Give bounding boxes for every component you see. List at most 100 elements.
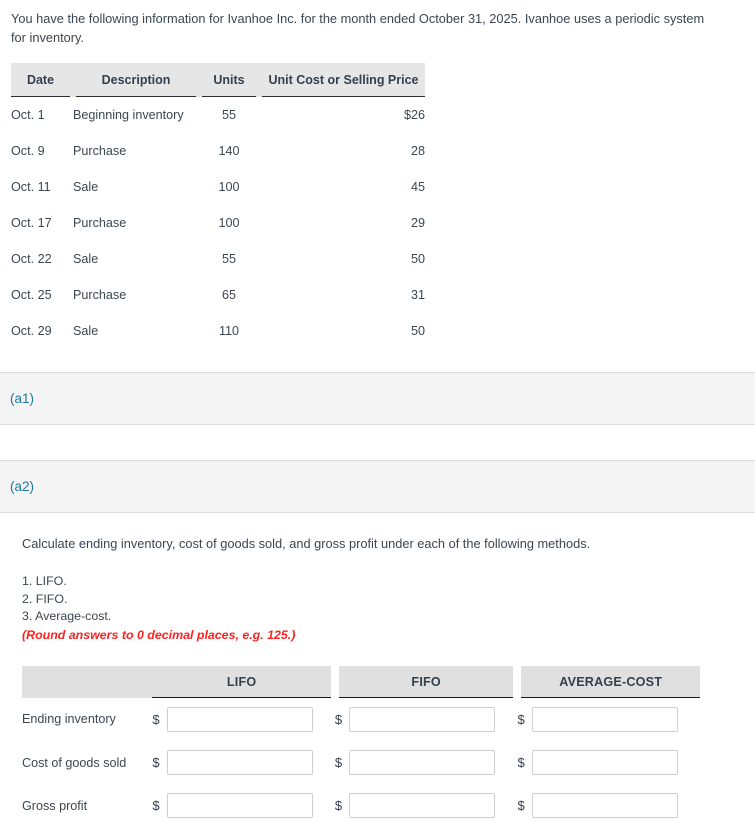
cell-description: Purchase: [73, 205, 199, 241]
methods-list: 1. LIFO. 2. FIFO. 3. Average-cost.: [0, 553, 755, 626]
inventory-table-head: Date Description Units Unit Cost or Sell…: [11, 63, 425, 97]
table-row: Oct. 11 Sale 100 45: [11, 169, 425, 205]
cell-price: 45: [259, 169, 425, 205]
cell-units: 55: [199, 97, 259, 134]
gap-between-a1-a2: [0, 425, 755, 460]
spacer-after-inventory: [0, 349, 755, 372]
answer-table-wrapper: LIFO FIFO AVERAGE-COST Ending inventory …: [0, 644, 755, 827]
answer-row-label-ending-inventory: Ending inventory: [22, 698, 152, 742]
table-row: Oct. 22 Sale 55 50: [11, 241, 425, 277]
currency-symbol: $: [335, 755, 342, 770]
answer-table-head: LIFO FIFO AVERAGE-COST: [22, 666, 700, 698]
answer-cell-lifo: $: [152, 698, 335, 742]
answer-col-header-average-cost: AVERAGE-COST: [517, 666, 700, 698]
input-gross-profit-average-cost[interactable]: [532, 793, 678, 818]
cell-units: 100: [199, 169, 259, 205]
cell-units: 110: [199, 313, 259, 349]
answer-table-body: Ending inventory $ $: [22, 698, 700, 827]
cell-price: 50: [259, 313, 425, 349]
col-header-date: Date: [11, 63, 73, 97]
cell-price: 50: [259, 241, 425, 277]
section-a2-link[interactable]: (a2): [0, 461, 755, 512]
col-header-unit-price: Unit Cost or Selling Price: [259, 63, 425, 97]
table-row: Ending inventory $ $: [22, 698, 700, 742]
inventory-table: Date Description Units Unit Cost or Sell…: [11, 63, 425, 349]
answer-cell-lifo: $: [152, 741, 335, 784]
cell-description: Sale: [73, 313, 199, 349]
input-gross-profit-lifo[interactable]: [167, 793, 313, 818]
answer-row-label-cost-of-goods-sold: Cost of goods sold: [22, 741, 152, 784]
intro-paragraph: You have the following information for I…: [0, 0, 730, 47]
method-item-average-cost: 3. Average-cost.: [22, 608, 755, 626]
currency-symbol: $: [335, 712, 342, 727]
cell-date: Oct. 1: [11, 97, 73, 134]
answer-cell-average-cost: $: [517, 784, 700, 827]
answer-table: LIFO FIFO AVERAGE-COST Ending inventory …: [22, 666, 700, 827]
currency-symbol: $: [152, 798, 159, 813]
input-ending-inventory-lifo[interactable]: [167, 707, 313, 732]
answer-col-header-blank: [22, 666, 152, 698]
currency-symbol: $: [152, 755, 159, 770]
cell-price: $26: [259, 97, 425, 134]
input-ending-inventory-fifo[interactable]: [349, 707, 495, 732]
input-gross-profit-fifo[interactable]: [349, 793, 495, 818]
cell-date: Oct. 29: [11, 313, 73, 349]
section-a2-body: Calculate ending inventory, cost of good…: [0, 513, 755, 827]
answer-header-row: LIFO FIFO AVERAGE-COST: [22, 666, 700, 698]
input-cost-of-goods-sold-lifo[interactable]: [167, 750, 313, 775]
currency-symbol: $: [517, 712, 524, 727]
table-row: Oct. 29 Sale 110 50: [11, 313, 425, 349]
calculation-instruction: Calculate ending inventory, cost of good…: [0, 513, 755, 553]
cell-price: 28: [259, 133, 425, 169]
cell-description: Purchase: [73, 277, 199, 313]
answer-cell-lifo: $: [152, 784, 335, 827]
currency-symbol: $: [517, 798, 524, 813]
cell-price: 29: [259, 205, 425, 241]
section-a2-header: (a2): [0, 461, 755, 513]
answer-cell-fifo: $: [335, 698, 518, 742]
cell-units: 65: [199, 277, 259, 313]
method-item-lifo: 1. LIFO.: [22, 573, 755, 591]
answer-cell-fifo: $: [335, 784, 518, 827]
currency-symbol: $: [152, 712, 159, 727]
cell-price: 31: [259, 277, 425, 313]
table-row: Oct. 25 Purchase 65 31: [11, 277, 425, 313]
table-row: Oct. 9 Purchase 140 28: [11, 133, 425, 169]
section-a1-link[interactable]: (a1): [0, 373, 755, 424]
table-row: Gross profit $ $: [22, 784, 700, 827]
answer-cell-average-cost: $: [517, 698, 700, 742]
cell-description: Beginning inventory: [73, 97, 199, 134]
currency-symbol: $: [335, 798, 342, 813]
table-row: Oct. 1 Beginning inventory 55 $26: [11, 97, 425, 134]
inventory-header-row: Date Description Units Unit Cost or Sell…: [11, 63, 425, 97]
cell-description: Purchase: [73, 133, 199, 169]
input-cost-of-goods-sold-average-cost[interactable]: [532, 750, 678, 775]
answer-col-header-fifo: FIFO: [335, 666, 518, 698]
answer-cell-average-cost: $: [517, 741, 700, 784]
answer-cell-fifo: $: [335, 741, 518, 784]
cell-description: Sale: [73, 241, 199, 277]
currency-symbol: $: [517, 755, 524, 770]
cell-units: 140: [199, 133, 259, 169]
answer-row-label-gross-profit: Gross profit: [22, 784, 152, 827]
cell-date: Oct. 9: [11, 133, 73, 169]
cell-units: 55: [199, 241, 259, 277]
cell-date: Oct. 25: [11, 277, 73, 313]
col-header-units: Units: [199, 63, 259, 97]
method-item-fifo: 2. FIFO.: [22, 591, 755, 609]
inventory-table-body: Oct. 1 Beginning inventory 55 $26 Oct. 9…: [11, 97, 425, 350]
cell-description: Sale: [73, 169, 199, 205]
inventory-table-wrapper: Date Description Units Unit Cost or Sell…: [0, 63, 755, 349]
input-ending-inventory-average-cost[interactable]: [532, 707, 678, 732]
rounding-note: (Round answers to 0 decimal places, e.g.…: [0, 626, 755, 645]
cell-units: 100: [199, 205, 259, 241]
cell-date: Oct. 17: [11, 205, 73, 241]
col-header-description: Description: [73, 63, 199, 97]
cell-date: Oct. 11: [11, 169, 73, 205]
cell-date: Oct. 22: [11, 241, 73, 277]
section-a1: (a1): [0, 373, 755, 425]
table-row: Oct. 17 Purchase 100 29: [11, 205, 425, 241]
table-row: Cost of goods sold $ $: [22, 741, 700, 784]
input-cost-of-goods-sold-fifo[interactable]: [349, 750, 495, 775]
answer-col-header-lifo: LIFO: [152, 666, 335, 698]
